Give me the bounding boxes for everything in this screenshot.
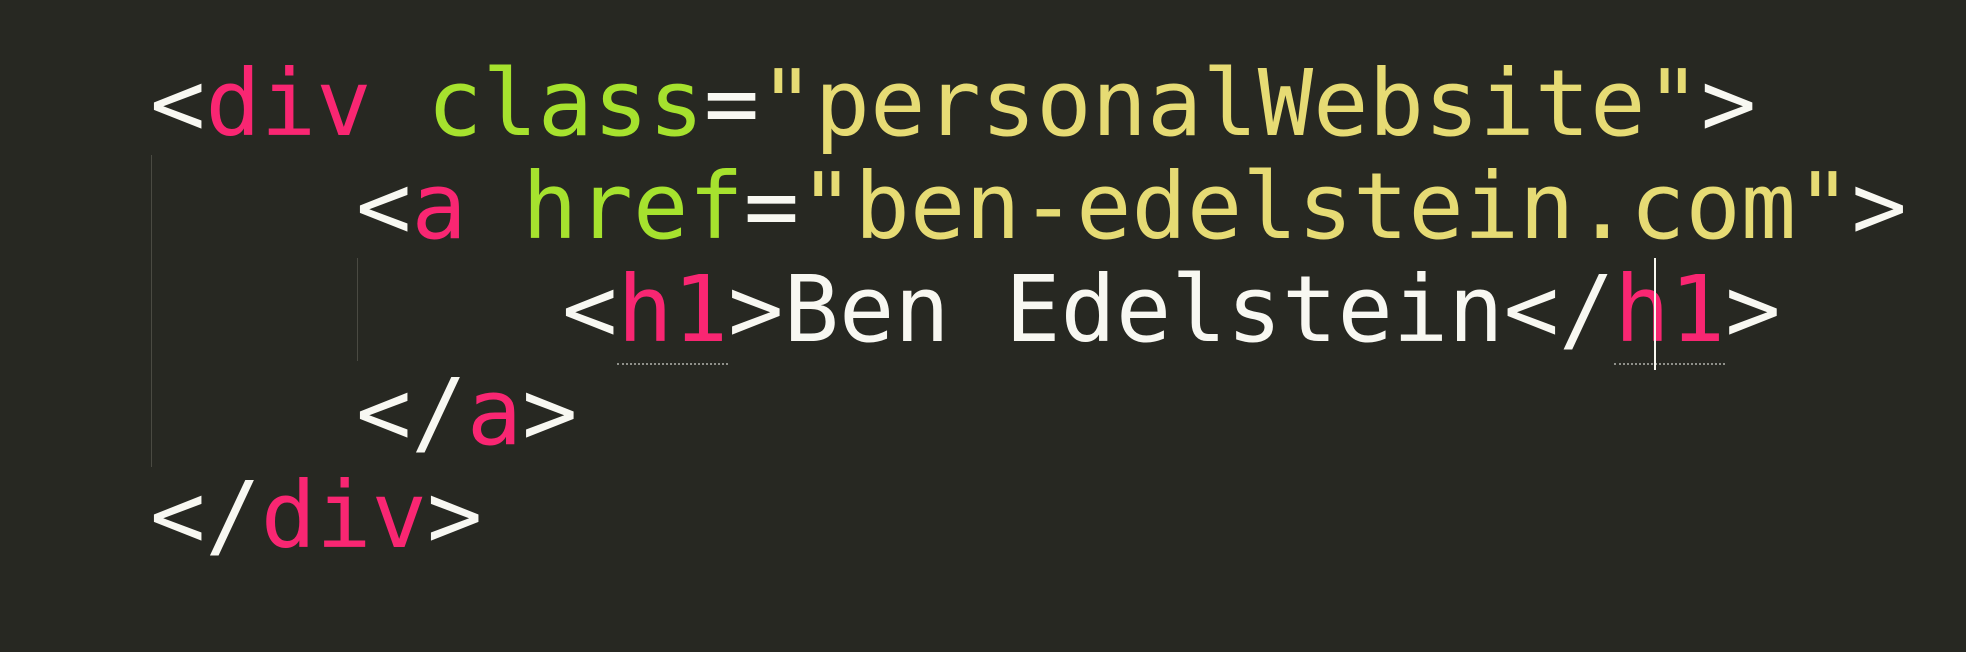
code-line-5[interactable]: </div> [150, 464, 482, 567]
end-tag-name: a [466, 359, 523, 466]
element-text: Ben Edelstein [783, 256, 1504, 363]
code-line-2[interactable]: <a href="ben-edelstein.com"> [356, 155, 1907, 258]
end-tag-open: </ [356, 359, 467, 466]
attribute-value: "ben-edelstein.com" [799, 153, 1852, 260]
code-line-4[interactable]: </a> [356, 361, 578, 464]
attribute-name: class [426, 50, 704, 157]
code-line-3[interactable]: <h1>Ben Edelstein</h1> [562, 256, 1781, 365]
attribute-value: "personalWebsite" [759, 50, 1701, 157]
code-line-1[interactable]: <div class="personalWebsite"> [150, 52, 1756, 155]
tag-open-bracket: < [150, 50, 206, 157]
end-tag-close: > [426, 462, 483, 569]
end-tag-open: </ [150, 462, 261, 569]
end-tag-open: </ [1503, 256, 1615, 363]
end-tag-name-matched: h1 [1614, 256, 1726, 365]
end-tag-close: > [1725, 256, 1781, 363]
indent-guide [151, 155, 152, 467]
tag-close-bracket: > [728, 256, 784, 363]
end-tag-close: > [522, 359, 578, 466]
indent-guide [357, 258, 358, 361]
tag-open-bracket: < [356, 153, 412, 260]
equals-sign: = [703, 50, 760, 157]
tag-name: div [205, 50, 372, 157]
code-editor[interactable]: <div class="personalWebsite"> <a href="b… [0, 0, 1966, 652]
tag-open-bracket: < [562, 256, 618, 363]
text-cursor [1654, 258, 1656, 370]
end-tag-name: div [260, 462, 427, 569]
tag-close-bracket: > [1851, 153, 1907, 260]
tag-close-bracket: > [1700, 50, 1757, 157]
equals-sign: = [743, 153, 800, 260]
tag-name: a [411, 153, 467, 260]
tag-name-matched: h1 [617, 256, 729, 365]
attribute-name: href [522, 153, 744, 260]
